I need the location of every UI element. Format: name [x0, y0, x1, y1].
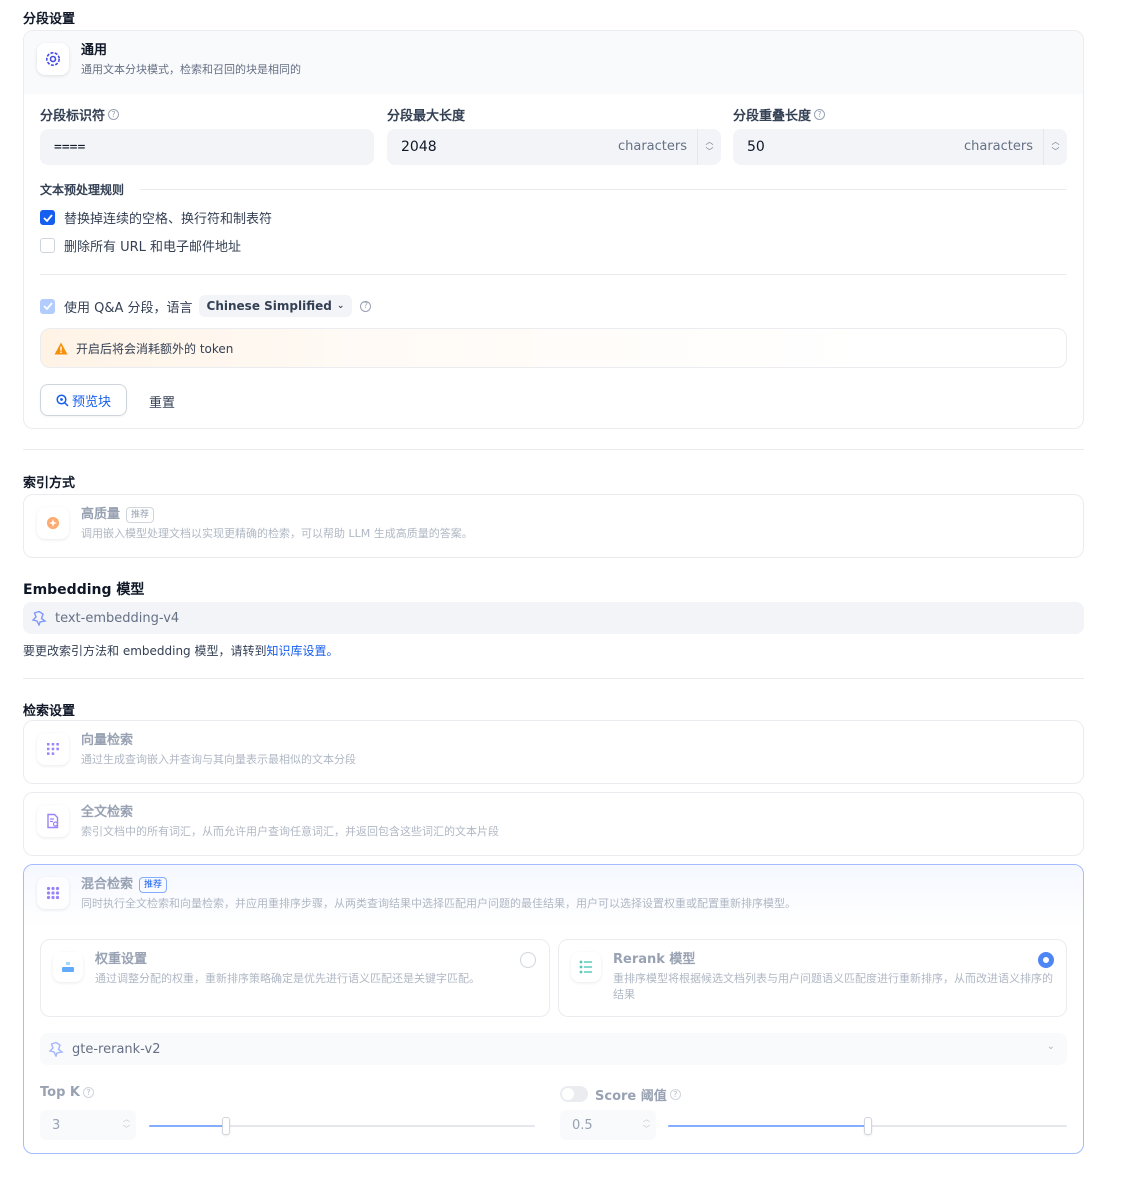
max-length-stepper[interactable]: ︿ ﹀ — [697, 129, 721, 165]
fulltext-search-card[interactable]: 全文检索 索引文档中的所有词汇，从而允许用户查询任意词汇，并返回包含这些词汇的文… — [23, 792, 1084, 856]
weight-desc: 通过调整分配的权重，重新排序策略确定是优先进行语义匹配还是关键字匹配。 — [95, 972, 480, 985]
fulltext-search-desc: 索引文档中的所有词汇，从而允许用户查询任意词汇，并返回包含这些词汇的文本片段 — [81, 825, 499, 838]
max-length-unit: characters — [617, 139, 687, 154]
help-icon[interactable]: ? — [360, 300, 372, 312]
search-icon — [56, 393, 69, 407]
preprocess-title: 文本预处理规则 — [40, 183, 125, 197]
chevron-down-icon: ⌄ — [1046, 1041, 1055, 1052]
rule-remove-urls[interactable]: 删除所有 URL 和电子邮件地址 — [40, 236, 241, 255]
top-k-slider-handle[interactable] — [222, 1117, 230, 1135]
hybrid-search-desc: 同时执行全文检索和向量检索，并应用重排序步骤，从两类查询结果中选择匹配用户问题的… — [81, 897, 796, 910]
max-length-label: 分段最大长度 — [387, 109, 466, 124]
score-slider-handle[interactable] — [864, 1117, 872, 1135]
star-icon — [37, 507, 69, 539]
rerank-radio[interactable] — [1038, 952, 1054, 968]
general-desc: 通用文本分块模式，检索和召回的块是相同的 — [81, 63, 301, 76]
general-title: 通用 — [81, 43, 108, 58]
score-threshold-toggle[interactable] — [560, 1086, 588, 1102]
divider — [40, 274, 1067, 275]
hybrid-search-title: 混合检索 推荐 — [81, 876, 796, 894]
model-provider-icon — [31, 610, 47, 626]
vector-search-title: 向量检索 — [81, 733, 134, 748]
retrieval-section-title: 检索设置 — [23, 704, 76, 719]
warning-icon — [54, 342, 68, 354]
vector-search-desc: 通过生成查询嵌入并查询与其向量表示最相似的文本分段 — [81, 753, 356, 766]
chevron-down-icon[interactable]: ﹀ — [706, 147, 714, 157]
recommend-badge: 推荐 — [126, 506, 155, 523]
document-search-icon — [37, 805, 69, 837]
vector-search-card[interactable]: 向量检索 通过生成查询嵌入并查询与其向量表示最相似的文本分段 — [23, 720, 1084, 784]
weight-setting-card[interactable]: 权重设置 通过调整分配的权重，重新排序策略确定是优先进行语义匹配还是关键字匹配。 — [40, 939, 550, 1017]
score-input[interactable]: 0.5 ︿ ﹀ — [560, 1110, 656, 1140]
top-k-input[interactable]: 3 ︿ ﹀ — [40, 1110, 136, 1140]
rerank-icon — [571, 952, 601, 982]
weight-radio[interactable] — [520, 952, 536, 968]
max-length-input[interactable]: 2048 characters ︿ ﹀ — [387, 129, 721, 165]
check-icon — [42, 213, 53, 222]
model-provider-icon — [48, 1041, 64, 1057]
general-chunk-card: 通用 通用文本分块模式，检索和召回的块是相同的 — [23, 30, 1084, 429]
grid-icon — [37, 733, 69, 765]
index-section-title: 索引方式 — [23, 476, 76, 491]
rerank-model-select[interactable]: gte-rerank-v2 ⌄ — [40, 1033, 1067, 1065]
qa-checkbox[interactable] — [40, 298, 55, 314]
reset-button[interactable]: 重置 — [149, 392, 175, 411]
score-slider-fill — [668, 1125, 868, 1127]
high-quality-desc: 调用嵌入模型处理文档以实现更精确的检索，可以帮助 LLM 生成高质量的答案。 — [81, 527, 473, 540]
embedding-model-select: text-embedding-v4 — [23, 602, 1084, 634]
checkbox-unchecked[interactable] — [40, 238, 55, 253]
stepper[interactable]: ︿ ﹀ — [643, 1114, 650, 1134]
recommend-badge: 推荐 — [139, 876, 168, 893]
preview-chunk-button[interactable]: 预览块 — [40, 384, 127, 416]
chevron-down-icon[interactable]: ﹀ — [1052, 147, 1060, 157]
stepper[interactable]: ︿ ﹀ — [123, 1114, 130, 1134]
chevron-down-icon: ⌄ — [336, 301, 345, 311]
embedding-section-title: Embedding 模型 — [23, 582, 145, 598]
language-select[interactable]: Chinese Simplified ⌄ — [198, 295, 353, 317]
rerank-desc: 重排序模型将根据候选文档列表与用户问题语义匹配度进行重新排序，从而改进语义排序的… — [613, 972, 1053, 1001]
checkbox-checked[interactable] — [40, 210, 55, 225]
hybrid-grid-icon — [37, 877, 69, 909]
overlap-input[interactable]: 50 characters ︿ ﹀ — [733, 129, 1067, 165]
rule-replace-spaces[interactable]: 替换掉连续的空格、换行符和制表符 — [40, 208, 272, 227]
fulltext-search-title: 全文检索 — [81, 805, 134, 820]
top-k-slider-fill — [149, 1125, 226, 1127]
check-icon — [42, 302, 53, 310]
overlap-unit: characters — [963, 139, 1033, 154]
segment-section-title: 分段设置 — [23, 12, 76, 27]
help-icon[interactable]: ? — [814, 109, 826, 120]
token-warning: 开启后将会消耗额外的 token — [40, 328, 1067, 368]
rerank-title: Rerank 模型 — [613, 952, 696, 967]
qa-segment-row: 使用 Q&A 分段，语言 Chinese Simplified ⌄ ? — [40, 294, 372, 318]
weight-icon — [53, 952, 83, 982]
embedding-note: 要更改索引方法和 embedding 模型，请转到知识库设置。 — [23, 644, 339, 658]
weight-title: 权重设置 — [95, 952, 148, 967]
gear-icon — [37, 43, 69, 75]
help-icon[interactable]: ? — [108, 109, 120, 120]
separator-input[interactable]: ==== — [40, 129, 374, 165]
separator-label: 分段标识符? — [40, 105, 120, 124]
help-icon[interactable]: ? — [82, 1087, 94, 1098]
high-quality-card[interactable]: 高质量 推荐 调用嵌入模型处理文档以实现更精确的检索，可以帮助 LLM 生成高质量… — [23, 494, 1084, 558]
score-label: Score 阈值? — [595, 1085, 681, 1104]
overlap-stepper[interactable]: ︿ ﹀ — [1043, 129, 1067, 165]
high-quality-title: 高质量 推荐 — [81, 506, 473, 524]
top-k-label: Top K? — [40, 1085, 94, 1100]
chevron-up-icon[interactable]: ︿ — [1052, 137, 1060, 147]
divider — [23, 678, 1084, 679]
chevron-up-icon[interactable]: ︿ — [706, 137, 714, 147]
rerank-model-card[interactable]: Rerank 模型 重排序模型将根据候选文档列表与用户问题语义匹配度进行重新排序… — [558, 939, 1067, 1017]
help-icon[interactable]: ? — [669, 1089, 681, 1100]
divider — [23, 449, 1084, 450]
divider — [140, 189, 1067, 190]
knowledge-settings-link[interactable]: 知识库设置。 — [267, 644, 339, 658]
overlap-label: 分段重叠长度? — [733, 105, 826, 124]
